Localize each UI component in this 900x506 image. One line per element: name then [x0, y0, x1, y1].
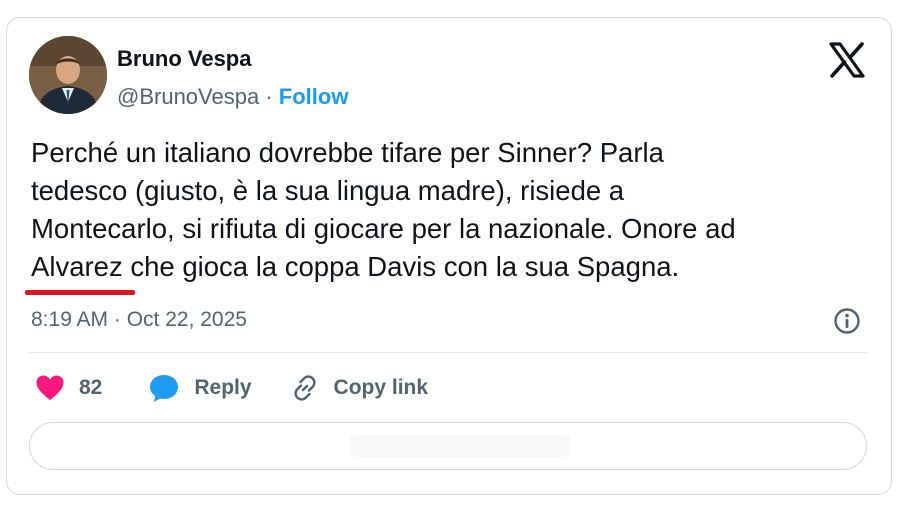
- user-handle[interactable]: @BrunoVespa: [117, 84, 259, 109]
- avatar[interactable]: [29, 36, 107, 114]
- copy-link-button[interactable]: Copy link: [290, 373, 429, 403]
- handle-separator: ·: [265, 84, 273, 109]
- follow-button[interactable]: Follow: [279, 84, 349, 109]
- tweet-card: Bruno Vespa @BrunoVespa · Follow Perché …: [6, 17, 892, 495]
- red-underline-annotation: [25, 290, 135, 295]
- tweet-timestamp[interactable]: 8:19 AM · Oct 22, 2025: [31, 308, 247, 332]
- x-logo-icon[interactable]: [827, 40, 867, 80]
- reply-label: Reply: [194, 376, 252, 399]
- like-button[interactable]: 82: [35, 374, 102, 402]
- heart-icon: [36, 375, 64, 400]
- divider: [29, 352, 867, 353]
- link-icon: [293, 375, 316, 401]
- tweet-text: Perché un italiano dovrebbe tifare per S…: [31, 137, 736, 282]
- info-icon[interactable]: [833, 307, 861, 335]
- blurred-button-label: [350, 435, 570, 457]
- reply-button[interactable]: Reply: [148, 373, 252, 403]
- speech-bubble-icon: [150, 375, 179, 402]
- action-bar: 82 Reply Copy link: [35, 370, 428, 406]
- display-name[interactable]: Bruno Vespa: [117, 46, 251, 72]
- like-count: 82: [79, 376, 103, 399]
- copy-link-label: Copy link: [333, 376, 429, 399]
- read-replies-button[interactable]: [29, 422, 867, 470]
- handle-row: @BrunoVespa · Follow: [117, 84, 348, 110]
